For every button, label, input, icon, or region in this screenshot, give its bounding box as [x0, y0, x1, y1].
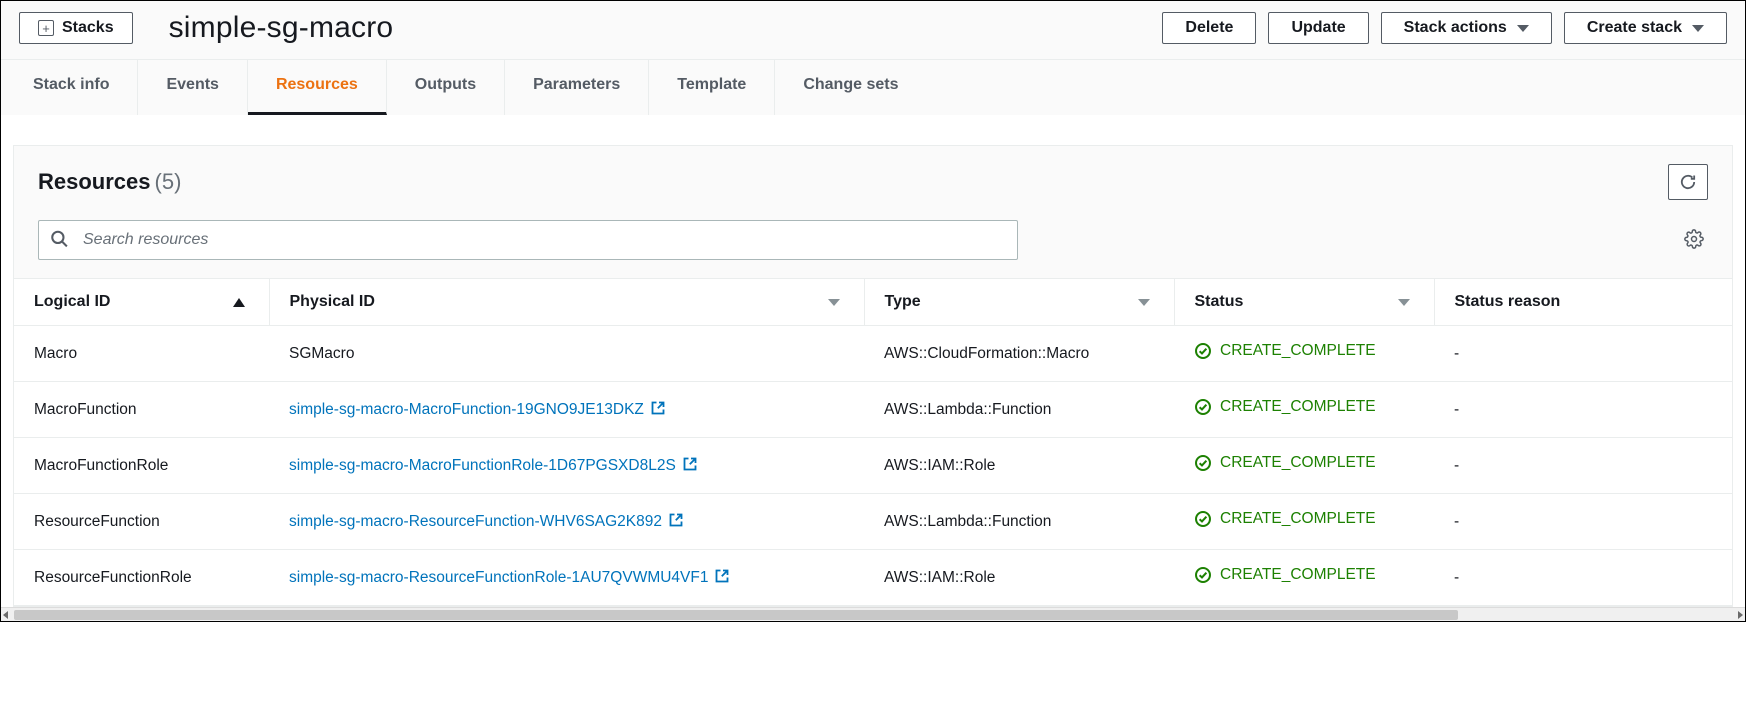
cell-type: AWS::Lambda::Function	[864, 382, 1174, 438]
cell-status-reason: -	[1434, 382, 1732, 438]
panel-header: Resources (5)	[14, 146, 1732, 204]
success-icon	[1194, 398, 1212, 416]
cell-logical-id: Macro	[14, 326, 269, 382]
physical-id-link[interactable]: simple-sg-macro-MacroFunction-19GNO9JE13…	[289, 401, 644, 418]
stack-title: simple-sg-macro	[169, 11, 394, 45]
panel-count: (5)	[155, 169, 182, 195]
table-row: MacroFunctionRole simple-sg-macro-MacroFu…	[14, 438, 1732, 494]
status-badge: CREATE_COMPLETE	[1194, 510, 1376, 528]
cell-status: CREATE_COMPLETE	[1174, 438, 1434, 494]
cell-type: AWS::Lambda::Function	[864, 494, 1174, 550]
table-row: ResourceFunction simple-sg-macro-Resource…	[14, 494, 1732, 550]
tab-resources[interactable]: Resources	[248, 60, 387, 115]
cell-status: CREATE_COMPLETE	[1174, 494, 1434, 550]
external-link-icon	[714, 568, 730, 584]
status-badge: CREATE_COMPLETE	[1194, 398, 1376, 416]
search-input[interactable]	[38, 220, 1018, 260]
page-header: + Stacks simple-sg-macro Delete Update S…	[1, 1, 1745, 60]
cell-status-reason: -	[1434, 494, 1732, 550]
col-type[interactable]: Type	[864, 279, 1174, 326]
cell-status-reason: -	[1434, 326, 1732, 382]
stacks-nav-button[interactable]: + Stacks	[19, 12, 133, 44]
success-icon	[1194, 342, 1212, 360]
cell-status-reason: -	[1434, 550, 1732, 606]
cell-physical-id: simple-sg-macro-MacroFunctionRole-1D67PG…	[269, 438, 864, 494]
physical-id-link[interactable]: simple-sg-macro-ResourceFunction-WHV6SAG…	[289, 513, 662, 530]
success-icon	[1194, 454, 1212, 472]
cell-type: AWS::IAM::Role	[864, 438, 1174, 494]
status-badge: CREATE_COMPLETE	[1194, 566, 1376, 584]
cell-status: CREATE_COMPLETE	[1174, 550, 1434, 606]
status-badge: CREATE_COMPLETE	[1194, 342, 1376, 360]
tabs: Stack infoEventsResourcesOutputsParamete…	[1, 60, 1745, 115]
header-actions: Delete Update Stack actions Create stack	[1162, 12, 1727, 44]
tab-parameters[interactable]: Parameters	[505, 60, 649, 115]
cell-logical-id: MacroFunction	[14, 382, 269, 438]
cell-logical-id: ResourceFunctionRole	[14, 550, 269, 606]
caret-down-icon	[1692, 25, 1704, 32]
scroll-right-icon	[1738, 611, 1743, 619]
settings-button[interactable]	[1680, 229, 1708, 252]
resources-panel: Resources (5)	[13, 145, 1733, 607]
tab-template[interactable]: Template	[649, 60, 775, 115]
cell-physical-id: SGMacro	[269, 326, 864, 382]
filter-icon	[828, 299, 840, 306]
search-row	[14, 204, 1732, 279]
col-status[interactable]: Status	[1174, 279, 1434, 326]
cell-physical-id: simple-sg-macro-ResourceFunctionRole-1AU…	[269, 550, 864, 606]
cell-type: AWS::CloudFormation::Macro	[864, 326, 1174, 382]
cell-status: CREATE_COMPLETE	[1174, 326, 1434, 382]
expand-icon: +	[38, 20, 54, 36]
cell-physical-id: simple-sg-macro-MacroFunction-19GNO9JE13…	[269, 382, 864, 438]
col-status-reason[interactable]: Status reason	[1434, 279, 1732, 326]
tab-outputs[interactable]: Outputs	[387, 60, 505, 115]
caret-down-icon	[1517, 25, 1529, 32]
cell-status: CREATE_COMPLETE	[1174, 382, 1434, 438]
tab-events[interactable]: Events	[138, 60, 247, 115]
table-row: ResourceFunctionRole simple-sg-macro-Reso…	[14, 550, 1732, 606]
col-logical-id[interactable]: Logical ID	[14, 279, 269, 326]
table-row: MacroFunction simple-sg-macro-MacroFuncti…	[14, 382, 1732, 438]
scrollbar-thumb[interactable]	[14, 610, 1458, 620]
resources-table: Logical ID Physical ID Type Status Statu…	[14, 279, 1732, 606]
panel-title: Resources	[38, 169, 151, 195]
filter-icon	[1398, 299, 1410, 306]
cell-logical-id: ResourceFunction	[14, 494, 269, 550]
success-icon	[1194, 510, 1212, 528]
success-icon	[1194, 566, 1212, 584]
external-link-icon	[668, 512, 684, 528]
col-physical-id[interactable]: Physical ID	[269, 279, 864, 326]
stacks-nav-label: Stacks	[62, 19, 114, 37]
refresh-icon	[1679, 173, 1697, 191]
sort-asc-icon	[233, 298, 245, 307]
status-badge: CREATE_COMPLETE	[1194, 454, 1376, 472]
gear-icon	[1684, 229, 1704, 249]
external-link-icon	[682, 456, 698, 472]
stack-actions-dropdown[interactable]: Stack actions	[1381, 12, 1552, 44]
refresh-button[interactable]	[1668, 164, 1708, 200]
physical-id-link[interactable]: simple-sg-macro-MacroFunctionRole-1D67PG…	[289, 457, 676, 474]
create-stack-dropdown[interactable]: Create stack	[1564, 12, 1727, 44]
scroll-left-icon	[3, 611, 8, 619]
tab-stack-info[interactable]: Stack info	[19, 60, 138, 115]
cell-logical-id: MacroFunctionRole	[14, 438, 269, 494]
cell-physical-id: simple-sg-macro-ResourceFunction-WHV6SAG…	[269, 494, 864, 550]
search-icon	[50, 230, 68, 251]
search-wrap	[38, 220, 1018, 260]
tab-change-sets[interactable]: Change sets	[775, 60, 926, 115]
table-header-row: Logical ID Physical ID Type Status Statu…	[14, 279, 1732, 326]
cell-type: AWS::IAM::Role	[864, 550, 1174, 606]
table-row: MacroSGMacroAWS::CloudFormation::Macro CR…	[14, 326, 1732, 382]
update-button[interactable]: Update	[1268, 12, 1368, 44]
physical-id-link[interactable]: simple-sg-macro-ResourceFunctionRole-1AU…	[289, 569, 708, 586]
external-link-icon	[650, 400, 666, 416]
filter-icon	[1138, 299, 1150, 306]
delete-button[interactable]: Delete	[1162, 12, 1256, 44]
cell-status-reason: -	[1434, 438, 1732, 494]
horizontal-scrollbar[interactable]	[1, 607, 1745, 621]
